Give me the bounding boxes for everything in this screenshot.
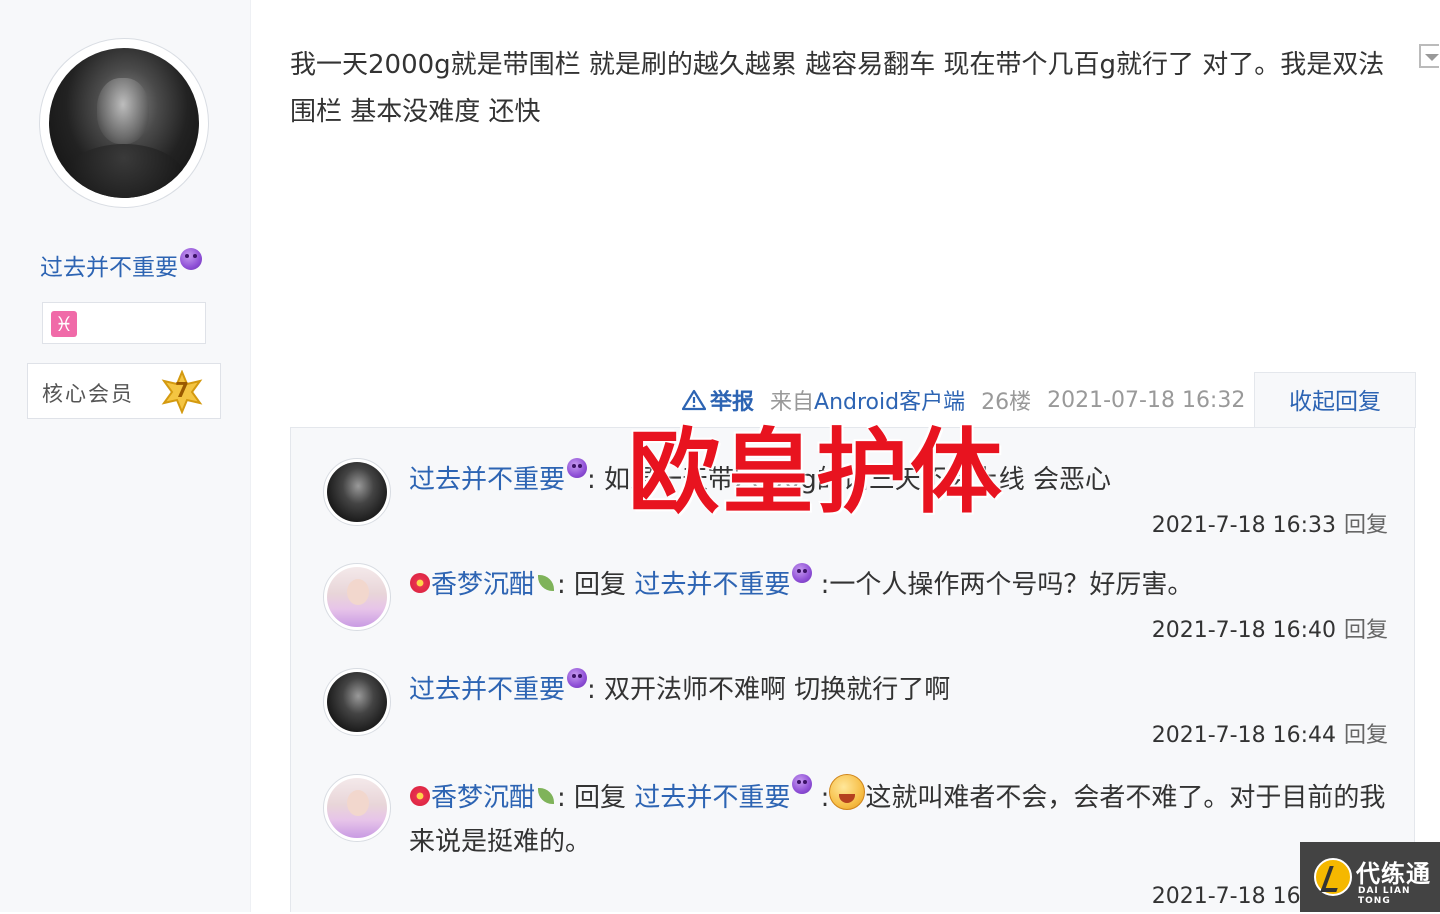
flower-icon — [409, 785, 431, 807]
devil-emoji-icon — [180, 248, 202, 270]
reply-body: 香梦沉酣 : 回复 过去并不重要 :一个人操作两个号吗？好厉害。 — [409, 563, 1389, 607]
member-label: 核心会员 — [42, 382, 134, 406]
reply-item: 香梦沉酣 : 回复 过去并不重要 :一个人操作两个号吗？好厉害。 2021-7-1… — [323, 563, 1388, 663]
from-prefix: 来自 — [770, 390, 815, 415]
reply-time: 2021-7-18 16:33 — [1151, 513, 1336, 538]
flower-icon — [409, 572, 431, 594]
reply-button[interactable]: 回复 — [1344, 723, 1388, 748]
post-content: 我一天2000g就是带围栏 就是刷的越久越累 越容易翻车 现在带个几百g就行了 … — [290, 50, 1385, 127]
reply-avatar[interactable] — [323, 458, 391, 526]
author-avatar[interactable] — [39, 38, 209, 208]
reply-meta: 2021-7-18 16:44 回复 — [1152, 717, 1388, 749]
reply-text: :一个人操作两个号吗？好厉害。 — [812, 570, 1194, 600]
collapse-replies-button[interactable]: 收起回复 — [1254, 372, 1416, 428]
reply-item: 香梦沉酣: 回复 过去并不重要 : 这就叫难者不会，会者不难了。对于目前的我来说是… — [323, 774, 1388, 914]
reply-meta: 2021-7-18 16:33 回复 — [1152, 507, 1388, 539]
reply-username[interactable]: 香梦沉酣 — [431, 783, 535, 813]
reply-prefix: : 回复 — [557, 570, 635, 600]
reply-text: : 双开法师不难啊 切换就行了啊 — [587, 675, 951, 705]
overlay-caption: 欧皇护体 — [628, 419, 1005, 526]
laughing-emoji-icon — [829, 774, 866, 810]
author-avatar-image — [49, 48, 199, 198]
client-link[interactable]: Android客户端 — [814, 390, 965, 415]
reply-avatar[interactable] — [323, 774, 391, 842]
reply-avatar[interactable] — [323, 563, 391, 631]
author-name-link[interactable]: 过去并不重要 — [40, 248, 202, 282]
post-fold-icon[interactable] — [1419, 44, 1439, 68]
reply-username[interactable]: 过去并不重要 — [409, 675, 565, 705]
reply-username[interactable]: 香梦沉酣 — [431, 570, 535, 600]
reply-button[interactable]: 回复 — [1344, 513, 1388, 538]
reply-username[interactable]: 过去并不重要 — [409, 465, 565, 495]
post-source: 来自Android客户端 — [770, 384, 965, 416]
level-star-icon: 7 — [160, 369, 204, 415]
post-datetime: 2021-07-18 16:32 — [1047, 387, 1246, 413]
member-level-badge[interactable]: 核心会员 7 — [27, 363, 221, 419]
reply-prefix: : 回复 — [557, 783, 635, 813]
reply-avatar[interactable] — [323, 668, 391, 736]
reply-colon: : — [812, 783, 830, 813]
level-number: 7 — [175, 378, 189, 402]
reply-time: 2021-7-18 16:40 — [1151, 618, 1336, 643]
devil-emoji-icon — [792, 563, 813, 583]
report-label: 举报 — [710, 390, 755, 415]
author-sidebar: 过去并不重要 ♓ 核心会员 7 — [0, 0, 251, 912]
reply-body: 香梦沉酣: 回复 过去并不重要 : 这就叫难者不会，会者不难了。对于目前的我来说是… — [409, 774, 1389, 864]
logo-text-en: DAI LIAN TONG — [1358, 886, 1411, 906]
warning-icon — [682, 389, 706, 411]
reply-button[interactable]: 回复 — [1344, 618, 1388, 643]
reply-to-username[interactable]: 过去并不重要 — [634, 570, 790, 600]
zodiac-badge: ♓ — [42, 302, 206, 344]
reply-time: 2021-7-18 16:44 — [1151, 723, 1336, 748]
report-button[interactable]: 举报 — [682, 384, 754, 416]
devil-emoji-icon — [567, 668, 588, 688]
watermark-logo: 代练通 DAI LIAN TONG — [1300, 842, 1440, 912]
devil-emoji-icon — [792, 774, 813, 794]
logo-text-cn: 代练通 — [1356, 860, 1431, 888]
devil-emoji-icon — [567, 458, 588, 478]
reply-item: 过去并不重要 : 双开法师不难啊 切换就行了啊 2021-7-18 16:44 回复 — [323, 668, 1388, 768]
reply-to-username[interactable]: 过去并不重要 — [634, 783, 790, 813]
post-meta: 举报 来自Android客户端 26楼 2021-07-18 16:32 — [682, 384, 1245, 416]
reply-body: 过去并不重要 : 双开法师不难啊 切换就行了啊 — [409, 668, 1389, 712]
logo-icon — [1314, 858, 1352, 896]
leaf-icon — [535, 572, 557, 594]
floor-number: 26楼 — [981, 390, 1032, 415]
author-name: 过去并不重要 — [40, 255, 178, 281]
leaf-icon — [535, 785, 557, 807]
reply-meta: 2021-7-18 16:40 回复 — [1152, 612, 1388, 644]
pisces-icon: ♓ — [51, 311, 77, 337]
